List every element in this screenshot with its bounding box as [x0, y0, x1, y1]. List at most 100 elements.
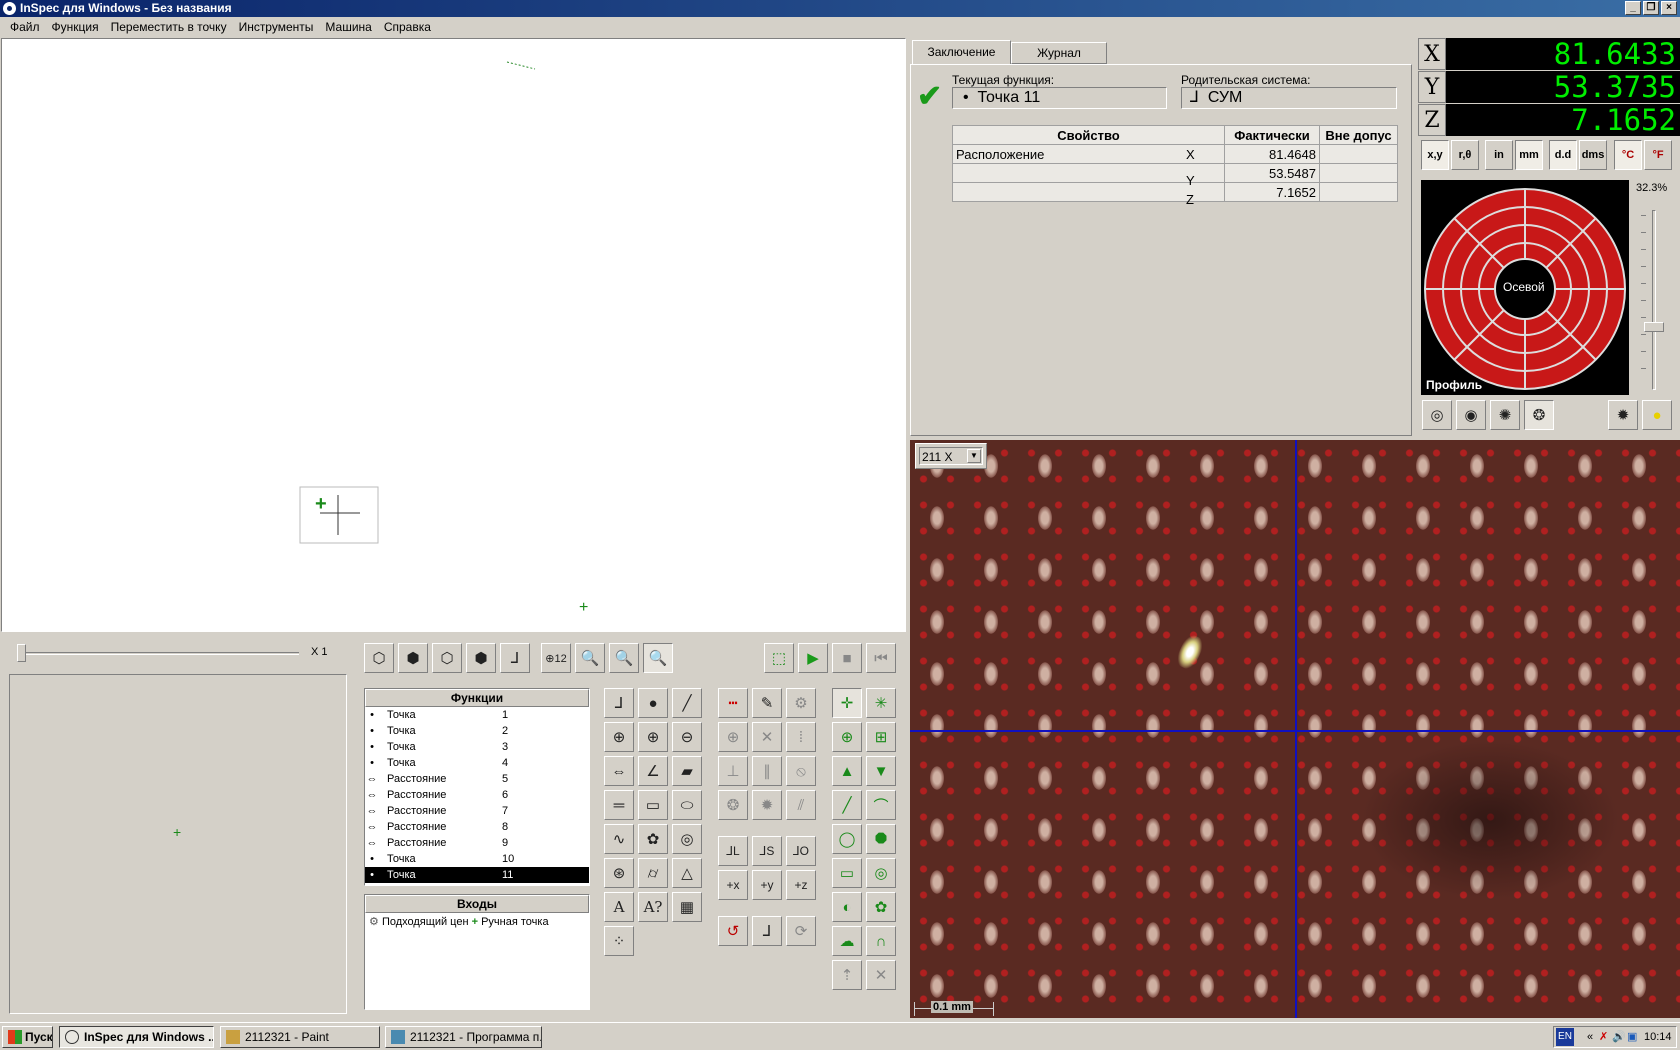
- curve-tool[interactable]: ∿: [604, 824, 634, 854]
- top-view-button[interactable]: ⬢: [398, 643, 428, 673]
- auto-edge-tool[interactable]: ⚙: [786, 688, 816, 718]
- intersect-tool[interactable]: ✕: [752, 722, 782, 752]
- rectangle-tool[interactable]: ▭: [638, 790, 668, 820]
- translate-x-tool[interactable]: +x: [718, 870, 748, 900]
- focus-point-tool[interactable]: ⊞: [866, 722, 896, 752]
- probe-auto-tool[interactable]: ✕: [866, 960, 896, 990]
- multi-ring-button[interactable]: ◉: [1456, 400, 1486, 430]
- rotate-3d-tool[interactable]: ⟳: [786, 916, 816, 946]
- text-tool[interactable]: A: [604, 892, 634, 922]
- table-row[interactable]: Z 7.1652: [952, 182, 1398, 207]
- blob-tool[interactable]: ✿: [638, 824, 668, 854]
- edge-point-tool[interactable]: ⊕: [832, 722, 862, 752]
- zoom-out-button[interactable]: 🔍: [609, 643, 639, 673]
- sphere-tool[interactable]: ⊛: [604, 858, 634, 888]
- chevron-down-icon[interactable]: ▼: [967, 449, 981, 463]
- xy-button[interactable]: x,y: [1421, 140, 1449, 170]
- list-item[interactable]: ⇔ Расстояние 7: [365, 803, 589, 819]
- close-button[interactable]: ×: [1661, 1, 1677, 15]
- valley-tool[interactable]: ▼: [866, 756, 896, 786]
- octagon-measure-tool[interactable]: ⯃: [866, 824, 896, 854]
- menu-machine[interactable]: Машина: [319, 20, 377, 34]
- center-tool[interactable]: ⊕: [718, 722, 748, 752]
- task-viewer[interactable]: 2112321 - Программа п...: [385, 1026, 542, 1048]
- language-indicator[interactable]: EN: [1556, 1028, 1574, 1046]
- list-item[interactable]: • Точка 2: [365, 723, 589, 739]
- inch-button[interactable]: in: [1485, 140, 1513, 170]
- graphics-view[interactable]: + +: [1, 38, 906, 632]
- rotate-axes-tool[interactable]: ⅃: [752, 916, 782, 946]
- manual-point-tool[interactable]: ✛: [832, 688, 862, 718]
- width-tool[interactable]: ═: [604, 790, 634, 820]
- auto-point-tool[interactable]: ✳: [866, 688, 896, 718]
- polyline-measure-tool[interactable]: ⌒: [866, 790, 896, 820]
- arc-measure-tool[interactable]: ◐: [832, 892, 862, 922]
- text-query-tool[interactable]: A?: [638, 892, 668, 922]
- line-tool[interactable]: ╱: [672, 688, 702, 718]
- menu-help[interactable]: Справка: [378, 20, 437, 34]
- zoom-slider-thumb[interactable]: [17, 644, 26, 662]
- cone-tool[interactable]: △: [672, 858, 702, 888]
- circle-tool[interactable]: ⊕: [604, 722, 634, 752]
- point-cloud-tool[interactable]: ⁘: [604, 926, 634, 956]
- front-view-button[interactable]: ⬡: [432, 643, 462, 673]
- ring-measure-tool[interactable]: ◎: [866, 858, 896, 888]
- align-l-tool[interactable]: ⅃L: [718, 836, 748, 866]
- bolt-circle-tool[interactable]: ❂: [718, 790, 748, 820]
- magnification-select[interactable]: 211 X ▼: [915, 443, 987, 469]
- dms-button[interactable]: dms: [1579, 140, 1607, 170]
- contour-measure-tool[interactable]: ☁: [832, 926, 862, 956]
- list-item[interactable]: • Точка 10: [365, 851, 589, 867]
- dashed-line-tool[interactable]: ┅: [718, 688, 748, 718]
- restore-button[interactable]: ❐: [1643, 1, 1659, 15]
- parallel-tool[interactable]: ∥: [752, 756, 782, 786]
- zoom-fit-button[interactable]: 🔍: [643, 643, 673, 673]
- ring-light-control[interactable]: Осевой Профиль: [1421, 180, 1629, 395]
- input-manual-point[interactable]: Ручная точка: [481, 916, 548, 928]
- edge-scan-tool[interactable]: ✎: [752, 688, 782, 718]
- task-paint[interactable]: 2112321 - Paint: [220, 1026, 380, 1048]
- list-item[interactable]: • Точка 4: [365, 755, 589, 771]
- polar-button[interactable]: r,θ: [1451, 140, 1479, 170]
- task-inspec[interactable]: InSpec для Windows ...: [59, 1026, 214, 1048]
- stop-button[interactable]: ■: [832, 643, 862, 673]
- perpendicular-tool[interactable]: ⊥: [718, 756, 748, 786]
- ellipse-tool[interactable]: ⊖: [672, 722, 702, 752]
- segment-ring-button[interactable]: ✺: [1490, 400, 1520, 430]
- cylinder-tool[interactable]: ⌭: [638, 858, 668, 888]
- tray-expand-icon[interactable]: «: [1587, 1027, 1593, 1047]
- list-item[interactable]: ⇔ Расстояние 5: [365, 771, 589, 787]
- point-tool[interactable]: ●: [638, 688, 668, 718]
- list-item[interactable]: ⇔ Расстояние 8: [365, 819, 589, 835]
- rewind-button[interactable]: ⏮: [866, 643, 896, 673]
- table-row[interactable]: Y 53.5487: [952, 163, 1398, 188]
- menu-function[interactable]: Функция: [46, 20, 105, 34]
- inputs-list[interactable]: Входы ⚙ Подходящий цен + Ручная точка: [364, 894, 590, 1010]
- peak-tool[interactable]: ▲: [832, 756, 862, 786]
- coordinate-view-button[interactable]: ⅃: [500, 643, 530, 673]
- input-best-fit[interactable]: Подходящий цен: [382, 916, 469, 928]
- celsius-button[interactable]: °C: [1614, 140, 1642, 170]
- midpoint-tool[interactable]: ⁞: [786, 722, 816, 752]
- start-button[interactable]: Пуск: [2, 1026, 53, 1048]
- calculator-tool[interactable]: ▦: [672, 892, 702, 922]
- rectangle-measure-tool[interactable]: ▭: [832, 858, 862, 888]
- list-item[interactable]: ⇔ Расстояние 6: [365, 787, 589, 803]
- features-list[interactable]: Функции • Точка 1 • Точка 2 • Точка 3 • Точка 4 …: [364, 688, 590, 886]
- play-button[interactable]: ▶: [798, 643, 828, 673]
- fahrenheit-button[interactable]: °F: [1644, 140, 1672, 170]
- preview-view[interactable]: +: [9, 674, 347, 1014]
- side-view-button[interactable]: ⬢: [466, 643, 496, 673]
- gear-tool[interactable]: ✹: [752, 790, 782, 820]
- backlight-button[interactable]: ✹: [1608, 400, 1638, 430]
- probe-move-tool[interactable]: ⇡: [832, 960, 862, 990]
- minimize-button[interactable]: _: [1625, 1, 1641, 15]
- align-o-tool[interactable]: ⅃O: [786, 836, 816, 866]
- run-program-setup-button[interactable]: ⬚: [764, 643, 794, 673]
- menu-move-to-point[interactable]: Переместить в точку: [105, 20, 233, 34]
- light-slider-thumb[interactable]: [1644, 322, 1664, 332]
- volume-icon[interactable]: 🔊: [1612, 1027, 1626, 1047]
- list-item-selected[interactable]: • Точка 11: [365, 867, 589, 883]
- list-item[interactable]: • Точка 1: [365, 707, 589, 723]
- translate-z-tool[interactable]: +z: [786, 870, 816, 900]
